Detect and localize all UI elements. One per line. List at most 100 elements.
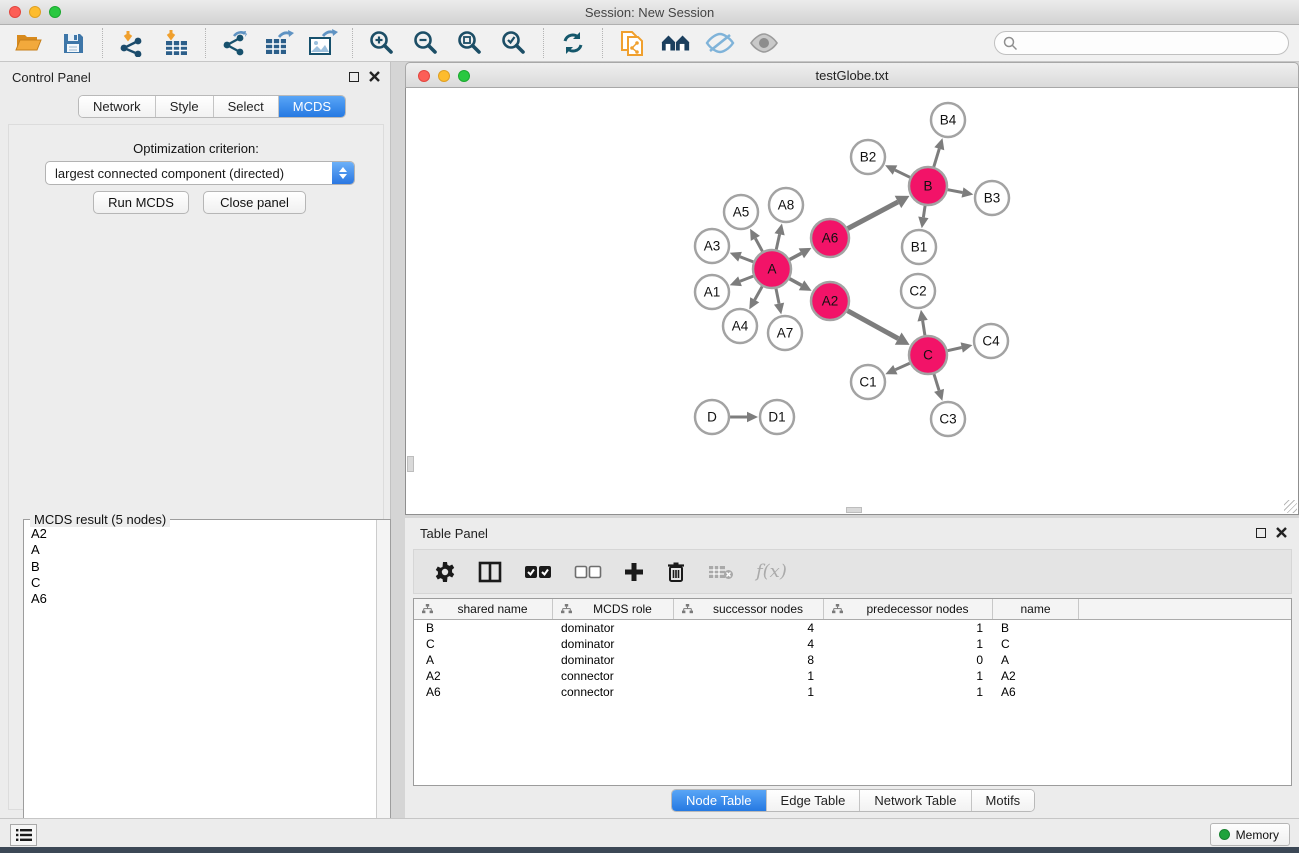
export-table-icon[interactable] bbox=[264, 28, 294, 58]
table-cell: A2 bbox=[993, 669, 1079, 683]
graph-edge-A-A5[interactable] bbox=[755, 238, 762, 251]
zoom-out-icon[interactable] bbox=[411, 28, 441, 58]
graph-edge-A-A7[interactable] bbox=[776, 289, 779, 304]
graph-edge-A-A6[interactable] bbox=[790, 253, 802, 259]
tab-select[interactable]: Select bbox=[214, 96, 279, 117]
hide-details-icon[interactable] bbox=[705, 28, 735, 58]
table-cell: C bbox=[414, 637, 553, 651]
table-cell: 1 bbox=[674, 685, 824, 699]
table-row[interactable]: Bdominator41B bbox=[414, 620, 1291, 636]
export-network-icon[interactable] bbox=[220, 28, 250, 58]
add-column-icon[interactable] bbox=[624, 557, 644, 587]
memory-button[interactable]: Memory bbox=[1210, 823, 1290, 846]
tab-network[interactable]: Network bbox=[79, 96, 156, 117]
delete-table-icon[interactable] bbox=[708, 557, 734, 587]
graph-edge-C-C4[interactable] bbox=[948, 348, 962, 351]
zoom-in-icon[interactable] bbox=[367, 28, 397, 58]
run-mcds-button[interactable]: Run MCDS bbox=[93, 191, 189, 214]
graph-edge-C-C2[interactable] bbox=[923, 321, 925, 336]
optimization-criterion-select[interactable]: largest connected component (directed) bbox=[45, 161, 355, 185]
table-row[interactable]: Cdominator41C bbox=[414, 636, 1291, 652]
close-panel-icon[interactable] bbox=[369, 71, 380, 82]
import-table-icon[interactable] bbox=[161, 28, 191, 58]
table-panel-header: Table Panel bbox=[405, 518, 1299, 544]
search-input[interactable] bbox=[994, 31, 1289, 55]
table-panel: Table Panel f(x) shared nameMCDS role bbox=[405, 518, 1299, 818]
control-panel-content: Optimization criterion: largest connecte… bbox=[8, 124, 384, 810]
table-cell: 1 bbox=[674, 669, 824, 683]
column-header-predecessor-nodes[interactable]: predecessor nodes bbox=[824, 599, 993, 619]
network-canvas[interactable]: B4B2BB3A8A5A6A3B1AA1C2A2A4A7C4CC1C3DD1 bbox=[405, 88, 1299, 515]
show-details-icon[interactable] bbox=[749, 28, 779, 58]
graph-arrowhead bbox=[934, 389, 944, 401]
graph-node-label: C4 bbox=[982, 334, 1000, 349]
float-panel-icon[interactable] bbox=[349, 72, 359, 82]
float-table-panel-icon[interactable] bbox=[1256, 528, 1266, 538]
function-builder-icon[interactable]: f(x) bbox=[756, 561, 787, 582]
tab-mcds[interactable]: MCDS bbox=[279, 96, 345, 117]
column-header-successor-nodes[interactable]: successor nodes bbox=[674, 599, 824, 619]
graph-edge-A-A2[interactable] bbox=[790, 279, 802, 286]
selected-option: largest connected component (directed) bbox=[46, 166, 332, 181]
scrollbar-track[interactable] bbox=[376, 520, 390, 853]
zoom-fit-icon[interactable] bbox=[455, 28, 485, 58]
horizontal-scrollbar-thumb[interactable] bbox=[846, 507, 862, 513]
save-session-icon[interactable] bbox=[58, 28, 88, 58]
graph-edge-A-A8[interactable] bbox=[776, 234, 779, 249]
column-header-shared-name[interactable]: shared name bbox=[414, 599, 553, 619]
zoom-selected-icon[interactable] bbox=[499, 28, 529, 58]
table-row[interactable]: A2connector11A2 bbox=[414, 668, 1291, 684]
import-network-icon[interactable] bbox=[117, 28, 147, 58]
graph-arrowhead bbox=[917, 310, 927, 322]
graph-arrowhead bbox=[918, 217, 928, 229]
graph-edge-B-B2[interactable] bbox=[895, 170, 910, 177]
resize-grip[interactable] bbox=[1284, 500, 1297, 513]
graph-edge-A6-B[interactable] bbox=[848, 202, 898, 229]
duplicate-network-icon[interactable] bbox=[617, 28, 647, 58]
table-cell: B bbox=[993, 621, 1079, 635]
column-header-MCDS-role[interactable]: MCDS role bbox=[553, 599, 674, 619]
vertical-scrollbar-thumb[interactable] bbox=[407, 456, 414, 472]
graph-edge-B-B1[interactable] bbox=[923, 206, 925, 218]
graph-edge-B-B4[interactable] bbox=[934, 149, 939, 167]
mcds-result-list: A2ABCA6 bbox=[25, 526, 375, 853]
mcds-result-title: MCDS result (5 nodes) bbox=[30, 512, 170, 527]
select-all-icon[interactable] bbox=[524, 557, 552, 587]
tab-network-table[interactable]: Network Table bbox=[860, 790, 971, 811]
mcds-result-item: A bbox=[31, 542, 375, 558]
graph-edge-A2-C[interactable] bbox=[848, 311, 899, 339]
tab-edge-table[interactable]: Edge Table bbox=[767, 790, 861, 811]
deselect-all-icon[interactable] bbox=[574, 557, 602, 587]
table-row[interactable]: Adominator80A bbox=[414, 652, 1291, 668]
control-panel-tabs: NetworkStyleSelectMCDS bbox=[78, 95, 346, 118]
graph-node-label: D bbox=[707, 410, 717, 425]
gear-icon[interactable] bbox=[434, 557, 456, 587]
graph-node-label: B bbox=[923, 179, 932, 194]
network-view-window: testGlobe.txt B4B2BB3A8A5A6A3B1AA1C2A2A4… bbox=[405, 62, 1299, 515]
refresh-icon[interactable] bbox=[558, 28, 588, 58]
close-table-panel-icon[interactable] bbox=[1276, 527, 1287, 538]
graph-edge-A-A3[interactable] bbox=[740, 257, 753, 262]
graph-edge-B-B3[interactable] bbox=[948, 190, 963, 193]
table-cell: C bbox=[993, 637, 1079, 651]
graph-arrowhead bbox=[774, 303, 784, 315]
close-panel-button[interactable]: Close panel bbox=[203, 191, 306, 214]
tab-motifs[interactable]: Motifs bbox=[972, 790, 1035, 811]
graph-edge-A-A4[interactable] bbox=[755, 286, 763, 299]
split-panel-icon[interactable] bbox=[478, 557, 502, 587]
task-history-button[interactable] bbox=[10, 824, 37, 846]
graph-edge-C-C1[interactable] bbox=[895, 363, 909, 369]
tab-node-table[interactable]: Node Table bbox=[672, 790, 767, 811]
graph-node-label: A8 bbox=[778, 198, 795, 213]
table-row[interactable]: A6connector11A6 bbox=[414, 684, 1291, 700]
column-header-name[interactable]: name bbox=[993, 599, 1079, 619]
optimization-criterion-label: Optimization criterion: bbox=[9, 141, 383, 156]
graph-edge-C-C3[interactable] bbox=[934, 374, 939, 390]
graph-arrowhead bbox=[747, 412, 758, 422]
export-image-icon[interactable] bbox=[308, 28, 338, 58]
graph-edge-A-A1[interactable] bbox=[740, 276, 753, 281]
delete-icon[interactable] bbox=[666, 557, 686, 587]
open-session-icon[interactable] bbox=[14, 28, 44, 58]
tab-style[interactable]: Style bbox=[156, 96, 214, 117]
home-icon[interactable] bbox=[661, 28, 691, 58]
